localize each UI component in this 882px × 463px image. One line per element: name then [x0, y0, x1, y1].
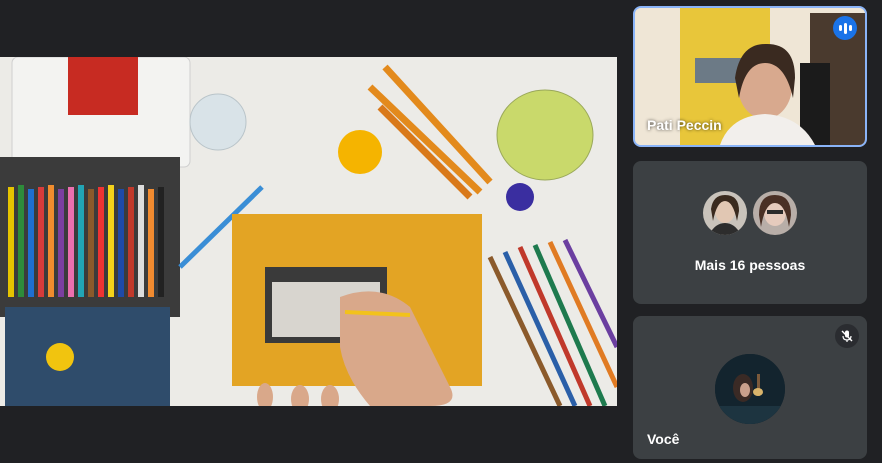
self-name-label: Você [647, 431, 680, 447]
main-video-feed[interactable] [0, 57, 617, 406]
speaker-name-label: Pati Peccin [647, 117, 722, 133]
avatar [703, 191, 747, 235]
avatar-group [633, 191, 867, 235]
speaking-indicator-icon [833, 16, 857, 40]
participant-tile-more-people[interactable]: Mais 16 pessoas [633, 161, 867, 304]
avatar [753, 191, 797, 235]
participant-tile-active-speaker[interactable]: Pati Peccin [633, 6, 867, 147]
mic-off-icon [835, 324, 859, 348]
video-frame-art-table [0, 57, 617, 406]
more-people-label: Mais 16 pessoas [694, 257, 806, 273]
participant-tile-self[interactable]: Você [633, 316, 867, 459]
self-avatar [715, 354, 785, 424]
